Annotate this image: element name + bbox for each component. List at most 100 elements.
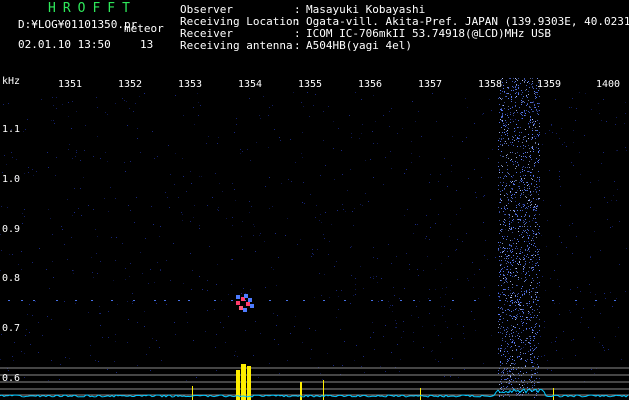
noise-pixel bbox=[571, 162, 572, 163]
noise-pixel bbox=[245, 330, 246, 331]
band-pixel bbox=[532, 147, 533, 148]
band-pixel bbox=[536, 222, 537, 223]
band-pixel bbox=[539, 177, 540, 178]
band-pixel bbox=[525, 214, 526, 215]
band-pixel bbox=[523, 230, 524, 231]
noise-pixel bbox=[603, 347, 604, 348]
band-pixel bbox=[507, 248, 508, 249]
noise-pixel bbox=[429, 239, 430, 240]
noise-pixel bbox=[273, 313, 274, 314]
noise-pixel bbox=[4, 155, 5, 156]
noise-pixel bbox=[24, 353, 25, 354]
noise-pixel bbox=[416, 306, 417, 307]
band-pixel bbox=[515, 317, 516, 318]
band-pixel bbox=[527, 103, 528, 104]
band-pixel bbox=[522, 167, 523, 168]
band-pixel bbox=[537, 111, 538, 112]
band-pixel bbox=[532, 83, 533, 84]
noise-pixel bbox=[52, 97, 53, 98]
band-pixel bbox=[527, 171, 528, 172]
band-pixel bbox=[534, 356, 535, 357]
noise-pixel bbox=[446, 287, 447, 288]
noise-pixel bbox=[579, 152, 580, 153]
band-pixel bbox=[519, 219, 520, 220]
noise-pixel bbox=[281, 183, 282, 184]
noise-pixel bbox=[132, 301, 133, 302]
noise-pixel bbox=[100, 158, 101, 159]
band-pixel bbox=[527, 245, 528, 246]
band-pixel bbox=[501, 208, 502, 209]
band-pixel bbox=[522, 323, 523, 324]
band-pixel bbox=[512, 350, 513, 351]
noise-pixel bbox=[455, 250, 456, 251]
band-pixel bbox=[517, 296, 518, 297]
band-pixel bbox=[502, 268, 503, 269]
band-pixel bbox=[503, 327, 504, 328]
band-pixel bbox=[530, 307, 531, 308]
noise-pixel bbox=[152, 131, 153, 132]
band-pixel bbox=[500, 361, 501, 362]
band-pixel bbox=[510, 192, 511, 193]
noise-pixel bbox=[90, 345, 91, 346]
band-pixel bbox=[508, 271, 509, 272]
band-pixel bbox=[520, 219, 521, 220]
band-pixel bbox=[530, 195, 531, 196]
band-pixel bbox=[502, 110, 503, 111]
band-pixel bbox=[515, 228, 516, 229]
noise-pixel bbox=[413, 233, 414, 234]
band-pixel bbox=[498, 177, 499, 178]
y-tick-label: 0.9 bbox=[2, 224, 21, 235]
noise-pixel bbox=[194, 124, 195, 125]
band-pixel bbox=[516, 157, 517, 158]
band-pixel bbox=[518, 186, 519, 187]
noise-pixel bbox=[451, 171, 452, 172]
band-pixel bbox=[516, 89, 517, 90]
noise-pixel bbox=[241, 236, 242, 237]
band-pixel bbox=[502, 98, 503, 99]
noise-pixel bbox=[21, 269, 22, 270]
y-unit-label: kHz bbox=[2, 76, 21, 87]
band-pixel bbox=[511, 257, 512, 258]
noise-pixel bbox=[65, 357, 66, 358]
band-pixel bbox=[505, 209, 506, 210]
noise-pixel bbox=[402, 128, 403, 129]
band-pixel bbox=[513, 255, 514, 256]
band-pixel bbox=[514, 184, 515, 185]
band-pixel bbox=[508, 106, 509, 107]
band-pixel bbox=[500, 247, 501, 248]
band-pixel bbox=[511, 201, 512, 202]
band-pixel bbox=[512, 189, 513, 190]
band-pixel bbox=[534, 373, 535, 374]
noise-pixel bbox=[280, 140, 281, 141]
noise-pixel bbox=[547, 360, 548, 361]
noise-pixel bbox=[28, 167, 29, 168]
band-pixel bbox=[536, 97, 537, 98]
x-tick-label: 1400 bbox=[596, 79, 621, 90]
band-pixel bbox=[502, 120, 503, 121]
band-pixel bbox=[532, 348, 533, 349]
band-pixel bbox=[534, 163, 535, 164]
band-pixel bbox=[507, 373, 508, 374]
band-pixel bbox=[531, 172, 532, 173]
band-pixel bbox=[510, 281, 511, 282]
band-pixel bbox=[528, 257, 529, 258]
band-pixel bbox=[510, 78, 511, 79]
noise-pixel bbox=[489, 99, 490, 100]
band-pixel bbox=[507, 194, 508, 195]
band-pixel bbox=[498, 140, 499, 141]
band-pixel bbox=[521, 302, 522, 303]
band-pixel bbox=[515, 319, 516, 320]
band-pixel bbox=[521, 340, 522, 341]
noise-pixel bbox=[411, 153, 412, 154]
band-pixel bbox=[507, 371, 508, 372]
band-pixel bbox=[504, 143, 505, 144]
band-pixel bbox=[523, 305, 524, 306]
noise-pixel bbox=[378, 301, 379, 302]
band-pixel bbox=[533, 125, 534, 126]
band-pixel bbox=[507, 266, 508, 267]
noise-pixel bbox=[276, 285, 277, 286]
band-pixel bbox=[513, 90, 514, 91]
noise-pixel bbox=[370, 159, 371, 160]
noise-pixel bbox=[604, 293, 605, 294]
band-pixel bbox=[512, 220, 513, 221]
